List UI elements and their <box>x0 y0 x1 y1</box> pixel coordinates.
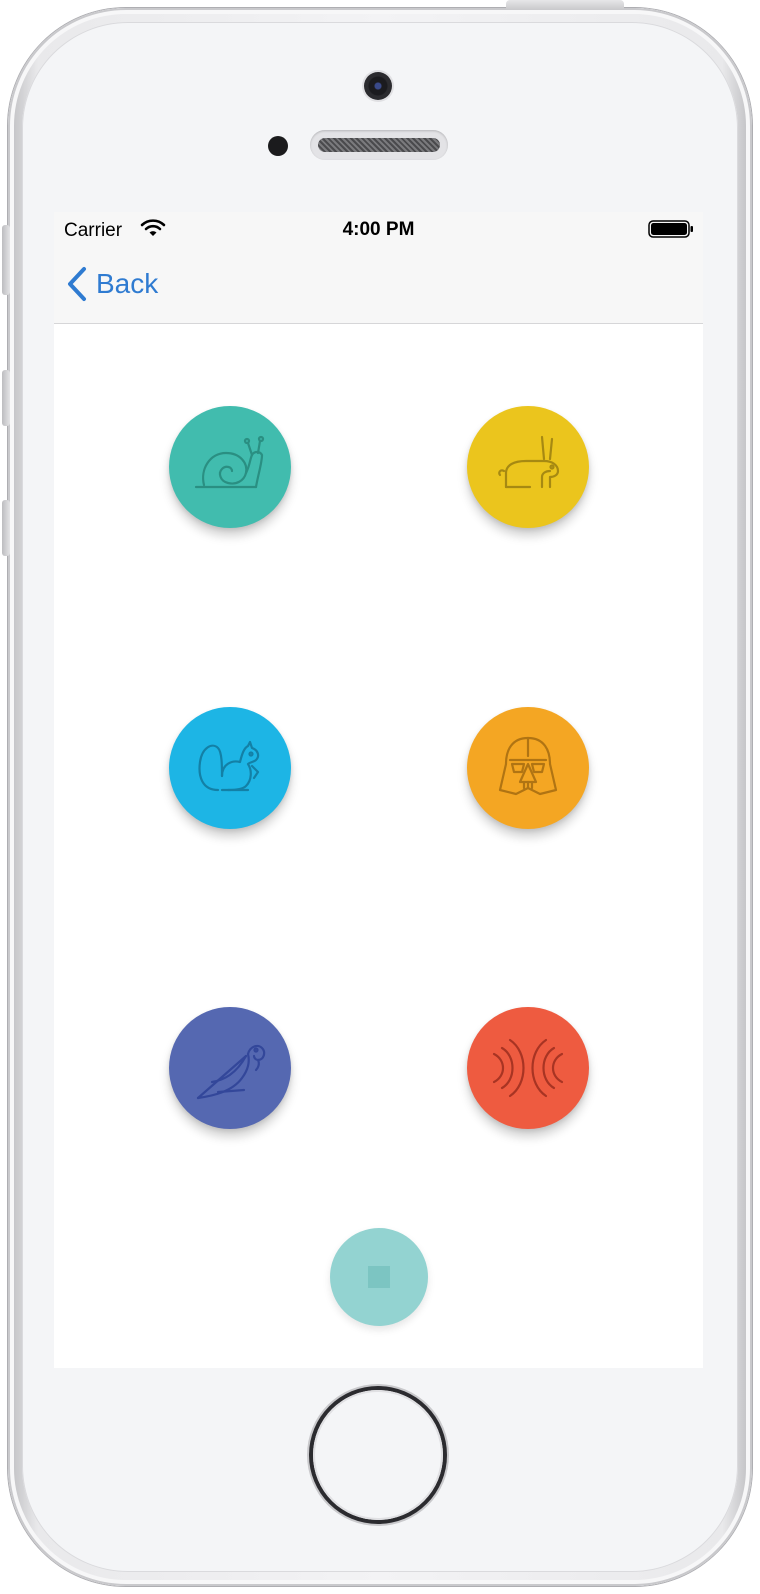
animal-grid <box>54 324 703 1368</box>
stop-icon <box>368 1266 390 1288</box>
snail-icon <box>194 435 265 489</box>
snail-button[interactable] <box>169 406 291 528</box>
parrot-icon <box>196 1044 266 1100</box>
proximity-sensor <box>268 136 288 156</box>
volume-up-button <box>2 370 10 426</box>
navigation-bar: Back <box>54 246 703 324</box>
parrot-button[interactable] <box>169 1007 291 1129</box>
rabbit-button[interactable] <box>467 406 589 528</box>
chevron-left-icon <box>68 267 86 301</box>
darth-vader-button[interactable] <box>467 707 589 829</box>
status-bar: Carrier 4:00 PM <box>54 212 703 246</box>
squirrel-icon <box>198 740 260 792</box>
rabbit-icon <box>498 435 560 489</box>
back-label: Back <box>96 268 159 299</box>
stop-button[interactable] <box>330 1228 428 1326</box>
earpiece-speaker <box>310 130 448 160</box>
power-button <box>506 0 624 10</box>
home-button[interactable] <box>313 1390 443 1520</box>
black-hole-button[interactable] <box>467 1007 589 1129</box>
status-time: 4:00 PM <box>342 219 415 240</box>
squirrel-button[interactable] <box>169 707 291 829</box>
black-hole-icon <box>492 1038 564 1098</box>
volume-down-button <box>2 500 10 556</box>
app-screen: Carrier 4:00 PM Back <box>54 212 703 1368</box>
battery-icon <box>648 220 693 238</box>
mute-switch <box>2 225 10 295</box>
darth-vader-icon <box>498 736 558 796</box>
front-camera <box>364 72 392 100</box>
back-button[interactable]: Back <box>66 264 158 304</box>
